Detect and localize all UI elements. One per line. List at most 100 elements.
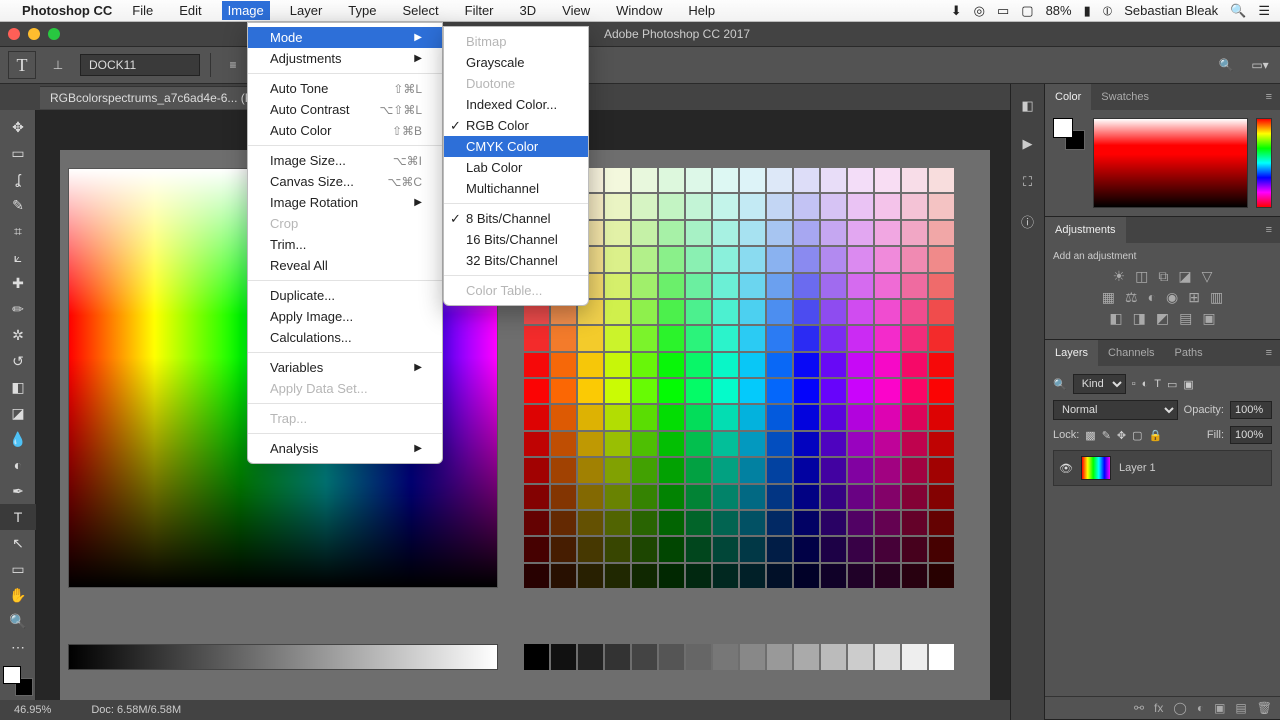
history-brush-tool[interactable]: ↺ (0, 348, 36, 374)
menu-select[interactable]: Select (396, 1, 444, 20)
tool-preset-button[interactable]: T (8, 51, 36, 79)
rectangle-tool[interactable]: ▭ (0, 556, 36, 582)
gradient-tool[interactable]: ◪ (0, 400, 36, 426)
hand-tool[interactable]: ✋ (0, 582, 36, 608)
menu-item-rgb-color[interactable]: ✓RGB Color (444, 115, 588, 136)
move-tool[interactable]: ✥ (0, 114, 36, 140)
workspace-switcher-button[interactable]: ▭▾ (1248, 53, 1272, 77)
delete-layer-icon[interactable]: 🗑 (1257, 701, 1272, 715)
color-tab[interactable]: Color (1045, 84, 1091, 110)
blend-mode-select[interactable]: Normal (1053, 400, 1178, 420)
group-icon[interactable]: ▣ (1214, 701, 1225, 715)
adjustment-layer-icon[interactable]: ◐ (1197, 701, 1204, 715)
layer-name[interactable]: Layer 1 (1119, 462, 1156, 474)
menu-image[interactable]: Image (222, 1, 270, 20)
menu-item-apply-image[interactable]: Apply Image... (248, 306, 442, 327)
play-icon[interactable]: ▶ (1023, 136, 1033, 152)
menu-edit[interactable]: Edit (173, 1, 207, 20)
fg-bg-color[interactable] (3, 666, 33, 696)
adjustments-tab[interactable]: Adjustments (1045, 217, 1126, 243)
channels-tab[interactable]: Channels (1098, 340, 1164, 366)
menu-window[interactable]: Window (610, 1, 668, 20)
channel-mixer-adj-icon[interactable]: ⊞ (1188, 289, 1200, 306)
wifi-icon[interactable]: ⦶ (1103, 3, 1112, 19)
menu-item-analysis[interactable]: Analysis▶ (248, 438, 442, 459)
lut-adj-icon[interactable]: ▥ (1210, 289, 1223, 306)
healing-tool[interactable]: ✚ (0, 270, 36, 296)
stamp-tool[interactable]: ✲ (0, 322, 36, 348)
eraser-tool[interactable]: ◧ (0, 374, 36, 400)
menu-item-16-bits-channel[interactable]: 16 Bits/Channel (444, 229, 588, 250)
layers-tab[interactable]: Layers (1045, 340, 1098, 366)
menu-type[interactable]: Type (342, 1, 382, 20)
lock-artboard-icon[interactable]: ▢ (1132, 429, 1142, 442)
menu-item-duplicate[interactable]: Duplicate... (248, 285, 442, 306)
lock-position-icon[interactable]: ✥ (1117, 429, 1126, 442)
panel-menu-icon[interactable]: ≡ (1258, 91, 1280, 103)
filter-type-icon[interactable]: T (1154, 378, 1161, 390)
color-ramp[interactable] (1093, 118, 1248, 208)
battery-icon[interactable]: ▮ (1084, 3, 1091, 19)
menu-file[interactable]: File (126, 1, 159, 20)
link-layers-icon[interactable]: ⚯ (1134, 701, 1144, 715)
color-fgbg[interactable] (1053, 118, 1085, 150)
zoom-tool[interactable]: 🔍 (0, 608, 36, 634)
hue-strip[interactable] (1256, 118, 1272, 208)
gradient-map-adj-icon[interactable]: ▤ (1179, 310, 1192, 327)
menu-item-variables[interactable]: Variables▶ (248, 357, 442, 378)
battery-pct[interactable]: 88% (1046, 3, 1072, 18)
filter-pixel-icon[interactable]: ▫ (1132, 378, 1136, 390)
quick-select-tool[interactable]: ✎ (0, 192, 36, 218)
lock-transparent-icon[interactable]: ▩ (1085, 429, 1095, 442)
menu-extras-icon[interactable]: ☰ (1258, 3, 1270, 19)
filter-adj-icon[interactable]: ◐ (1142, 378, 1149, 390)
menu-item-calculations[interactable]: Calculations... (248, 327, 442, 348)
menu-item-indexed-color[interactable]: Indexed Color... (444, 94, 588, 115)
menu-view[interactable]: View (556, 1, 596, 20)
menu-layer[interactable]: Layer (284, 1, 329, 20)
photo-filter-adj-icon[interactable]: ◉ (1166, 289, 1178, 306)
zoom-level[interactable]: 46.95% (14, 704, 51, 716)
menu-item-8-bits-channel[interactable]: ✓8 Bits/Channel (444, 208, 588, 229)
layer-filter-kind[interactable]: Kind (1073, 374, 1126, 394)
panel-menu-icon[interactable]: ≡ (1258, 347, 1280, 359)
layer-thumbnail[interactable] (1081, 456, 1111, 480)
dodge-tool[interactable]: ◐ (0, 452, 36, 478)
filter-smart-icon[interactable]: ▣ (1183, 378, 1193, 391)
panel-menu-icon[interactable]: ≡ (1258, 224, 1280, 236)
eyedropper-tool[interactable]: ⟀ (0, 244, 36, 270)
filter-shape-icon[interactable]: ▭ (1167, 378, 1177, 391)
minimize-window-button[interactable] (28, 28, 40, 40)
marquee-tool[interactable]: ▭ (0, 140, 36, 166)
properties-panel-icon[interactable]: ⛶ (1023, 174, 1032, 190)
lock-pixels-icon[interactable]: ✎ (1102, 429, 1111, 442)
menu-item-lab-color[interactable]: Lab Color (444, 157, 588, 178)
pen-tool[interactable]: ✒ (0, 478, 36, 504)
menu-item-auto-contrast[interactable]: Auto Contrast⌥⇧⌘L (248, 99, 442, 120)
menu-3d[interactable]: 3D (514, 1, 543, 20)
zoom-window-button[interactable] (48, 28, 60, 40)
menu-item-canvas-size[interactable]: Canvas Size...⌥⌘C (248, 171, 442, 192)
fx-icon[interactable]: fx (1154, 701, 1163, 715)
menu-item-image-rotation[interactable]: Image Rotation▶ (248, 192, 442, 213)
doc-size[interactable]: Doc: 6.58M/6.58M (91, 704, 181, 716)
lock-all-icon[interactable]: 🔒 (1149, 429, 1163, 442)
path-select-tool[interactable]: ↖ (0, 530, 36, 556)
close-window-button[interactable] (8, 28, 20, 40)
align-left-button[interactable]: ≡ (221, 53, 245, 77)
crop-tool[interactable]: ⌗ (0, 218, 36, 244)
search-icon[interactable]: 🔍 (1214, 53, 1238, 77)
type-tool[interactable]: T (0, 504, 36, 530)
lasso-tool[interactable]: ʆ (0, 166, 36, 192)
blur-tool[interactable]: 💧 (0, 426, 36, 452)
menu-item-mode[interactable]: Mode▶ (248, 27, 442, 48)
tv-icon[interactable]: ▢ (1021, 3, 1033, 19)
selective-color-adj-icon[interactable]: ▣ (1202, 310, 1215, 327)
posterize-adj-icon[interactable]: ◨ (1133, 310, 1146, 327)
menu-item-cmyk-color[interactable]: CMYK Color (444, 136, 588, 157)
edit-toolbar-button[interactable]: ⋯ (0, 634, 36, 660)
font-family-field[interactable]: DOCK11 (80, 54, 200, 76)
menu-item-image-size[interactable]: Image Size...⌥⌘I (248, 150, 442, 171)
exposure-adj-icon[interactable]: ◪ (1178, 268, 1191, 285)
cloud-sync-icon[interactable]: ⬇ (951, 3, 962, 19)
